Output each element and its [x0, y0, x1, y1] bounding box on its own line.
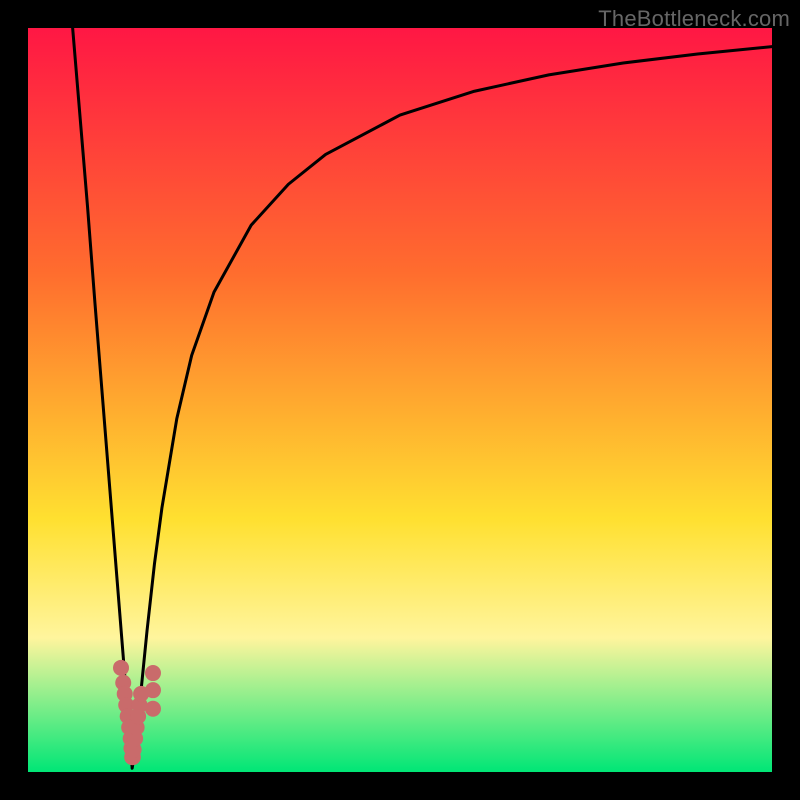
data-dot [145, 665, 161, 681]
chart-frame: TheBottleneck.com [0, 0, 800, 800]
chart-svg [28, 28, 772, 772]
gradient-background [28, 28, 772, 772]
data-dot [145, 682, 161, 698]
data-dot [113, 660, 129, 676]
data-dot [145, 701, 161, 717]
plot-area [28, 28, 772, 772]
